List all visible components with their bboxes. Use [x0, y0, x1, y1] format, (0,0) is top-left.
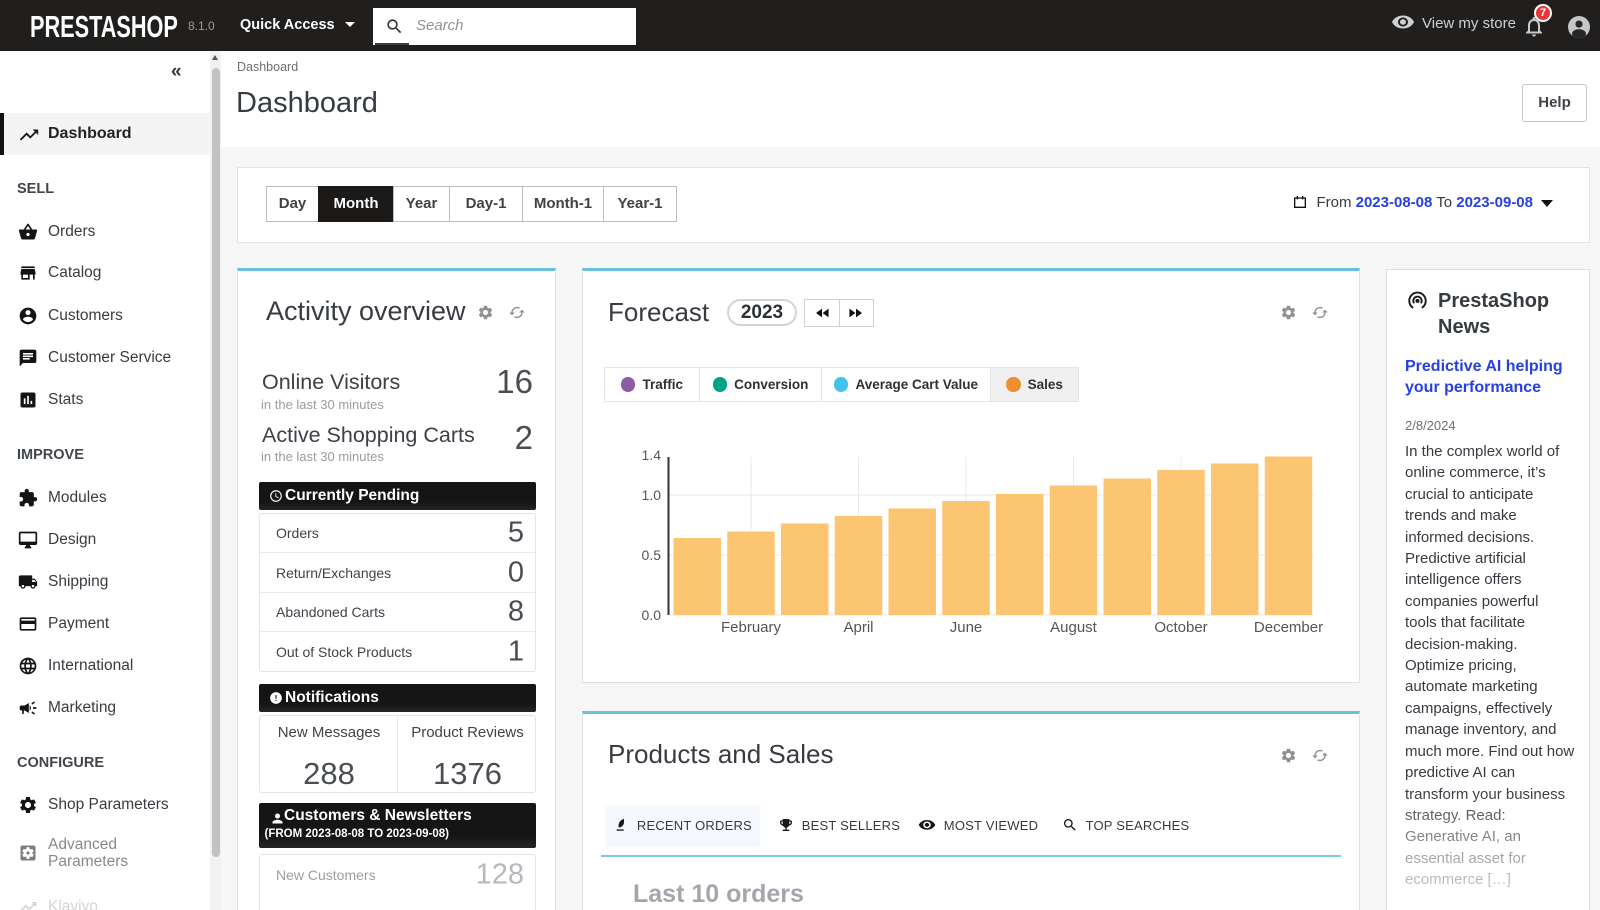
svg-text:February: February — [721, 619, 782, 636]
svg-text:1.0: 1.0 — [642, 487, 662, 503]
svg-text:April: April — [843, 619, 873, 636]
svg-text:October: October — [1154, 619, 1207, 636]
svg-text:December: December — [1254, 619, 1323, 636]
svg-text:June: June — [950, 619, 983, 636]
svg-text:August: August — [1050, 619, 1098, 636]
svg-text:1.4: 1.4 — [642, 447, 662, 463]
svg-text:0.0: 0.0 — [642, 607, 662, 623]
svg-text:0.5: 0.5 — [642, 547, 662, 563]
